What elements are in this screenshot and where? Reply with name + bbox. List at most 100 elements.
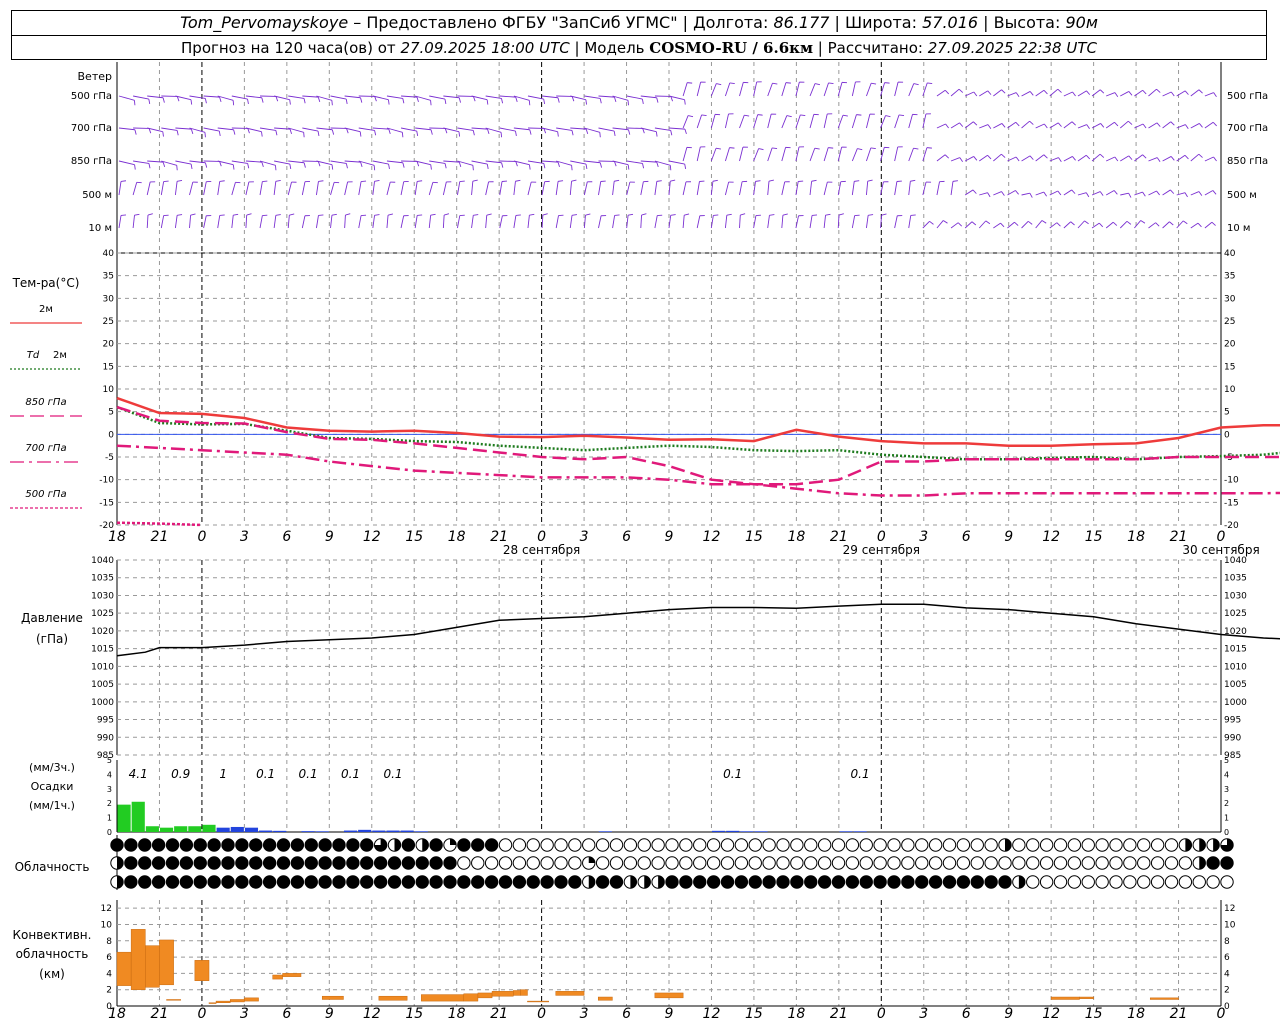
- cloud-fill-full: [249, 856, 262, 870]
- precip-bar: [259, 830, 273, 832]
- precip-3h-label: 0.1: [299, 767, 318, 781]
- cloud-fill-partial: [1005, 838, 1012, 852]
- cloud-symbol: [471, 856, 485, 870]
- wind-barb-feather: [289, 163, 292, 170]
- cloud-fill-full: [429, 856, 443, 870]
- wind-barb: [598, 181, 602, 196]
- wind-barb-feather: [176, 165, 178, 171]
- wind-barb-feather: [232, 100, 235, 106]
- wind-barb-feather: [670, 179, 676, 182]
- wind-barb-feather: [401, 132, 404, 138]
- cloud-fill-full: [610, 875, 623, 889]
- temp-axis-tick-right: 35: [1224, 272, 1235, 282]
- wind-barb: [739, 215, 741, 229]
- cloud-fill-full: [749, 875, 762, 889]
- cloud-symbol: [762, 838, 776, 852]
- wind-barb-feather: [458, 161, 462, 168]
- wind-barb: [1190, 153, 1200, 162]
- wind-barb: [1134, 220, 1142, 229]
- wind-barb: [851, 114, 857, 129]
- wind-barb: [513, 215, 517, 229]
- cloud-symbol: [915, 856, 929, 870]
- cloud-symbol: [1220, 875, 1234, 889]
- wind-barb: [1105, 221, 1114, 229]
- wind-barb-feather: [261, 161, 264, 168]
- conv-tick-right: 6: [1224, 953, 1230, 963]
- cloud-symbol: [928, 838, 943, 852]
- wind-barb: [400, 215, 405, 229]
- cloud-fill-full: [374, 856, 387, 870]
- convective-block: [520, 989, 528, 996]
- temp-axis-tick-right: 0: [1224, 430, 1230, 440]
- wind-barb-feather: [134, 213, 140, 216]
- cloud-fill-full: [277, 838, 290, 852]
- cloud-symbol: [984, 838, 998, 852]
- wind-barb-feather: [772, 82, 778, 85]
- wind-barb-feather: [1126, 220, 1132, 225]
- wind-barb-feather: [814, 83, 821, 86]
- wind-barb-feather: [247, 163, 250, 169]
- wind-barb: [936, 89, 946, 97]
- wind-barb: [160, 181, 165, 196]
- wind-barb: [710, 83, 717, 97]
- cloud-symbol: [1053, 838, 1068, 852]
- pressure-axis-tick-left: 1040: [91, 556, 114, 566]
- cloud-symbol: [1081, 838, 1095, 852]
- wind-barb-feather: [275, 130, 278, 136]
- cloud-fill-partial: [1199, 838, 1206, 852]
- cloud-fill-full: [360, 875, 373, 889]
- wind-barb-feather: [1198, 191, 1203, 196]
- wind-barb-feather: [275, 179, 281, 182]
- cloud-symbol: [845, 856, 860, 870]
- convective-block: [597, 996, 613, 1001]
- wind-barb-feather: [1072, 156, 1076, 161]
- cloud-fill-full: [346, 856, 360, 870]
- wind-barb-feather: [627, 100, 629, 106]
- cloud-fill-partial: [394, 838, 401, 852]
- precip-tick-right: 2: [1224, 799, 1229, 808]
- x-tick-label: 21: [151, 529, 169, 545]
- wind-barb-feather: [684, 99, 686, 105]
- wind-barb: [372, 160, 389, 165]
- wind-barb: [316, 127, 333, 131]
- wind-barb: [809, 215, 813, 229]
- precip-bar: [159, 827, 174, 832]
- wind-barb-feather: [628, 213, 634, 216]
- wind-barb-feather: [642, 163, 645, 169]
- wind-level-left: 10 м: [89, 223, 112, 234]
- temp-axis-tick-left: 30: [103, 294, 115, 304]
- cloud-symbol: [970, 838, 984, 852]
- x-tick-label: 15: [745, 529, 763, 545]
- cloud-fill-full: [485, 838, 498, 852]
- cloud-symbol: [817, 838, 832, 852]
- wind-barb: [654, 181, 658, 196]
- wind-barb-feather: [345, 163, 348, 169]
- wind-barb-feather: [599, 132, 601, 138]
- wind-barb: [823, 215, 826, 229]
- wind-barb-feather: [1099, 89, 1105, 94]
- cloud-symbol: [1067, 875, 1082, 889]
- wind-barb-feather: [987, 90, 992, 95]
- cloud-symbol: [540, 856, 554, 870]
- wind-barb-feather: [957, 222, 963, 227]
- cloud-fill-full: [166, 875, 179, 889]
- convective-block: [130, 929, 146, 990]
- wind-barb: [217, 127, 234, 131]
- wind-barb: [640, 95, 657, 99]
- wind-barb: [189, 95, 206, 99]
- convective-block: [421, 994, 465, 1002]
- cloud-symbol: [651, 856, 665, 870]
- wind-barb: [231, 95, 248, 100]
- cloud-fill-full: [221, 875, 235, 889]
- wind-barb-feather: [944, 89, 950, 95]
- cloud-symbol: [512, 856, 527, 870]
- wind-barb-feather: [973, 121, 978, 126]
- pressure-axis-tick-right: 1015: [1224, 645, 1247, 655]
- wind-barb-feather: [190, 213, 196, 216]
- precip-tick-left: 3: [107, 785, 112, 794]
- cloud-symbol: [845, 838, 860, 852]
- cloud-symbol: [554, 838, 568, 852]
- wind-barb: [1091, 123, 1101, 129]
- wind-barb: [1063, 189, 1072, 196]
- convective-block: [282, 973, 302, 977]
